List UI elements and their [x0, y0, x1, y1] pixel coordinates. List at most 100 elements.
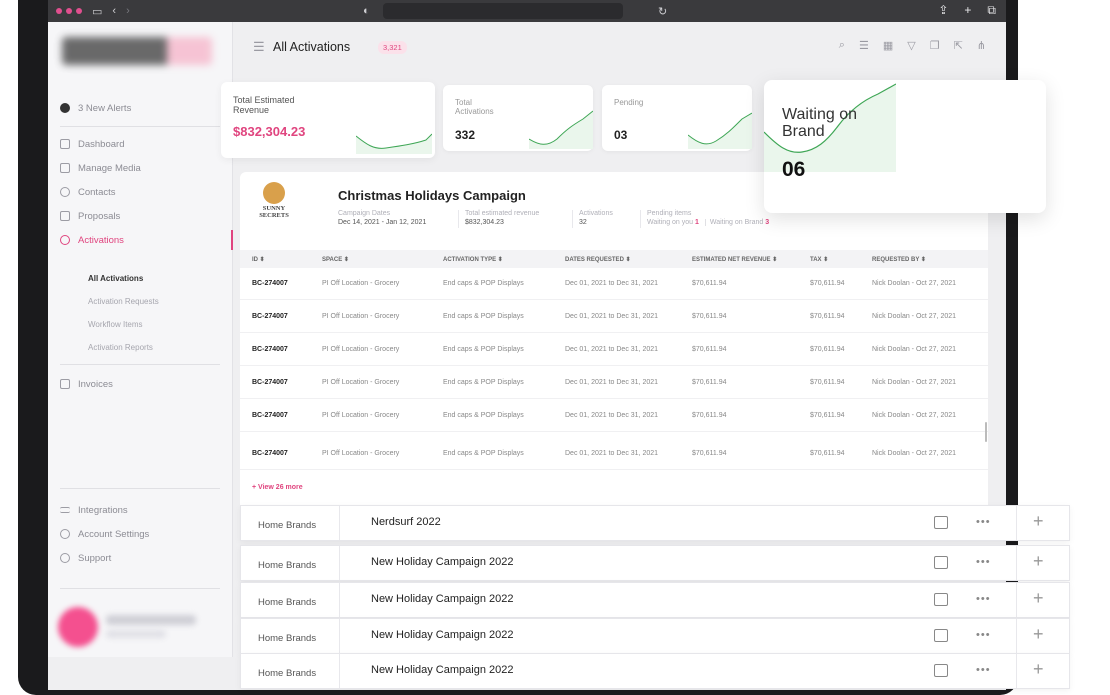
stat-card-waiting-on-brand: Waiting on Brand 06: [763, 80, 1046, 213]
col-net-revenue[interactable]: ESTIMATED NET REVENUE ⬍: [692, 256, 777, 263]
add-icon[interactable]: +: [1033, 624, 1044, 645]
cell-requested-by: Nick Doolan - Oct 27, 2021: [872, 412, 957, 419]
share-icon[interactable]: ⇪: [938, 3, 948, 18]
col-tax[interactable]: TAX ⬍: [810, 256, 828, 263]
view-more-link[interactable]: + View 26 more: [252, 484, 303, 491]
list-item[interactable]: Home Brands New Holiday Campaign 2022 ••…: [240, 582, 1070, 618]
menu-icon[interactable]: ☰: [253, 39, 265, 55]
table-row[interactable]: BC-274007 PI Off Location - Grocery End …: [240, 400, 988, 432]
more-icon[interactable]: •••: [976, 593, 991, 605]
campaign-name[interactable]: New Holiday Campaign 2022: [371, 629, 513, 641]
col-requested-by[interactable]: REQUESTED BY ⬍: [872, 256, 926, 263]
tabs-overview-icon[interactable]: ⧉: [987, 3, 996, 18]
stat-value: 06: [782, 158, 806, 181]
col-dates[interactable]: DATES REQUESTED ⬍: [565, 256, 631, 263]
brand-name: Home Brands: [258, 520, 317, 531]
subnav-all-activations[interactable]: All Activations: [88, 274, 143, 283]
sparkline: [356, 133, 432, 154]
address-bar[interactable]: [383, 3, 623, 19]
sidebar-item-invoices[interactable]: Invoices: [48, 374, 233, 394]
folder-icon[interactable]: [934, 516, 948, 529]
window-close-dot[interactable]: [56, 8, 62, 14]
scrollbar[interactable]: [985, 422, 987, 442]
folder-icon[interactable]: [934, 664, 948, 677]
col-space[interactable]: SPACE ⬍: [322, 256, 349, 263]
more-icon[interactable]: •••: [976, 516, 991, 528]
copy-icon[interactable]: ❐: [930, 39, 940, 52]
more-icon[interactable]: •••: [976, 556, 991, 568]
window-max-dot[interactable]: [76, 8, 82, 14]
sidebar-item-dashboard[interactable]: Dashboard: [48, 134, 233, 154]
add-icon[interactable]: +: [1033, 659, 1044, 680]
list-item[interactable]: Home Brands Nerdsurf 2022 ••• +: [240, 505, 1070, 541]
campaign-name[interactable]: Nerdsurf 2022: [371, 516, 441, 528]
col-id[interactable]: ID ⬍: [252, 256, 265, 263]
subnav-activation-reports[interactable]: Activation Reports: [88, 343, 153, 352]
sidebar-item-integrations[interactable]: Integrations: [48, 500, 233, 520]
add-icon[interactable]: +: [1033, 588, 1044, 609]
add-icon[interactable]: +: [1033, 511, 1044, 532]
table-row[interactable]: BC-274007 PI Off Location - Grocery End …: [240, 367, 988, 399]
campaign-name[interactable]: New Holiday Campaign 2022: [371, 556, 513, 568]
folder-icon[interactable]: [934, 629, 948, 642]
cell-type: End caps & POP Displays: [443, 450, 524, 457]
brand-logo: [62, 37, 212, 65]
meta-revenue: Total estimated revenue $832,304.23: [458, 210, 539, 228]
add-icon[interactable]: +: [1033, 551, 1044, 572]
cell-dates: Dec 01, 2021 to Dec 31, 2021: [565, 346, 659, 353]
campaign-title[interactable]: Christmas Holidays Campaign: [338, 188, 526, 203]
subnav-workflow-items[interactable]: Workflow Items: [88, 320, 143, 329]
list-item[interactable]: Home Brands New Holiday Campaign 2022 ••…: [240, 545, 1070, 581]
alerts-item[interactable]: 3 New Alerts: [48, 98, 233, 118]
cell-dates: Dec 01, 2021 to Dec 31, 2021: [565, 280, 659, 287]
table-row[interactable]: BC-274007 PI Off Location - Grocery End …: [240, 301, 988, 333]
stat-label: Total Activations: [455, 98, 494, 117]
cell-id: BC-274007: [252, 346, 288, 353]
folder-icon[interactable]: [934, 556, 948, 569]
subnav-activation-requests[interactable]: Activation Requests: [88, 297, 159, 306]
sidebar-toggle-icon[interactable]: ▭: [92, 5, 102, 18]
col-activation-type[interactable]: ACTIVATION TYPE ⬍: [443, 256, 503, 263]
table-row[interactable]: BC-274007 PI Off Location - Grocery End …: [240, 438, 988, 470]
meta-label: Campaign Dates: [338, 210, 391, 217]
cell-revenue: $70,611.94: [692, 412, 727, 419]
meta-label: Waiting on Brand: [704, 218, 764, 226]
meta-pending: Pending items Waiting on you 1 Waiting o…: [640, 210, 769, 228]
divider: [339, 506, 340, 540]
back-icon[interactable]: ‹: [112, 5, 116, 17]
folder-icon[interactable]: [934, 593, 948, 606]
forward-icon[interactable]: ›: [126, 5, 130, 17]
new-tab-icon[interactable]: +: [964, 3, 971, 18]
more-icon[interactable]: •••: [976, 629, 991, 641]
filter-icon[interactable]: ▽: [907, 39, 915, 52]
divider: [1016, 506, 1017, 540]
sort-icon[interactable]: ☰: [859, 39, 869, 52]
sidebar-item-contacts[interactable]: Contacts: [48, 182, 233, 202]
reload-icon[interactable]: ↻: [658, 5, 667, 18]
sidebar-item-account-settings[interactable]: Account Settings: [48, 524, 233, 544]
brand-name: Home Brands: [258, 668, 317, 679]
window-min-dot[interactable]: [66, 8, 72, 14]
table-row[interactable]: BC-274007 PI Off Location - Grocery End …: [240, 334, 988, 366]
page-header: ☰ All Activations 3,321 ⌕ ☰ ▦ ▽ ❐ ⇱ ⋔: [233, 22, 1006, 72]
avatar[interactable]: [58, 607, 98, 647]
sidebar-item-activations[interactable]: Activations: [48, 230, 233, 250]
divider: [339, 654, 340, 688]
sidebar-item-manage-media[interactable]: Manage Media: [48, 158, 233, 178]
calendar-icon[interactable]: ▦: [883, 39, 893, 52]
brand-logo-sunny-secrets: SUNNY SECRETS: [256, 182, 292, 228]
sidebar-item-proposals[interactable]: Proposals: [48, 206, 233, 226]
campaign-name[interactable]: New Holiday Campaign 2022: [371, 664, 513, 676]
sidebar-item-label: Contacts: [78, 186, 116, 198]
count-badge: 3,321: [378, 41, 407, 54]
list-item[interactable]: Home Brands New Holiday Campaign 2022 ••…: [240, 653, 1070, 689]
share-icon[interactable]: ⋔: [977, 39, 986, 52]
search-icon[interactable]: ⌕: [839, 39, 845, 52]
campaign-name[interactable]: New Holiday Campaign 2022: [371, 593, 513, 605]
sidebar-item-support[interactable]: Support: [48, 548, 233, 568]
table-row[interactable]: BC-274007 PI Off Location - Grocery End …: [240, 268, 988, 300]
export-icon[interactable]: ⇱: [954, 39, 963, 52]
list-item[interactable]: Home Brands New Holiday Campaign 2022 ••…: [240, 618, 1070, 654]
cell-revenue: $70,611.94: [692, 379, 727, 386]
more-icon[interactable]: •••: [976, 664, 991, 676]
